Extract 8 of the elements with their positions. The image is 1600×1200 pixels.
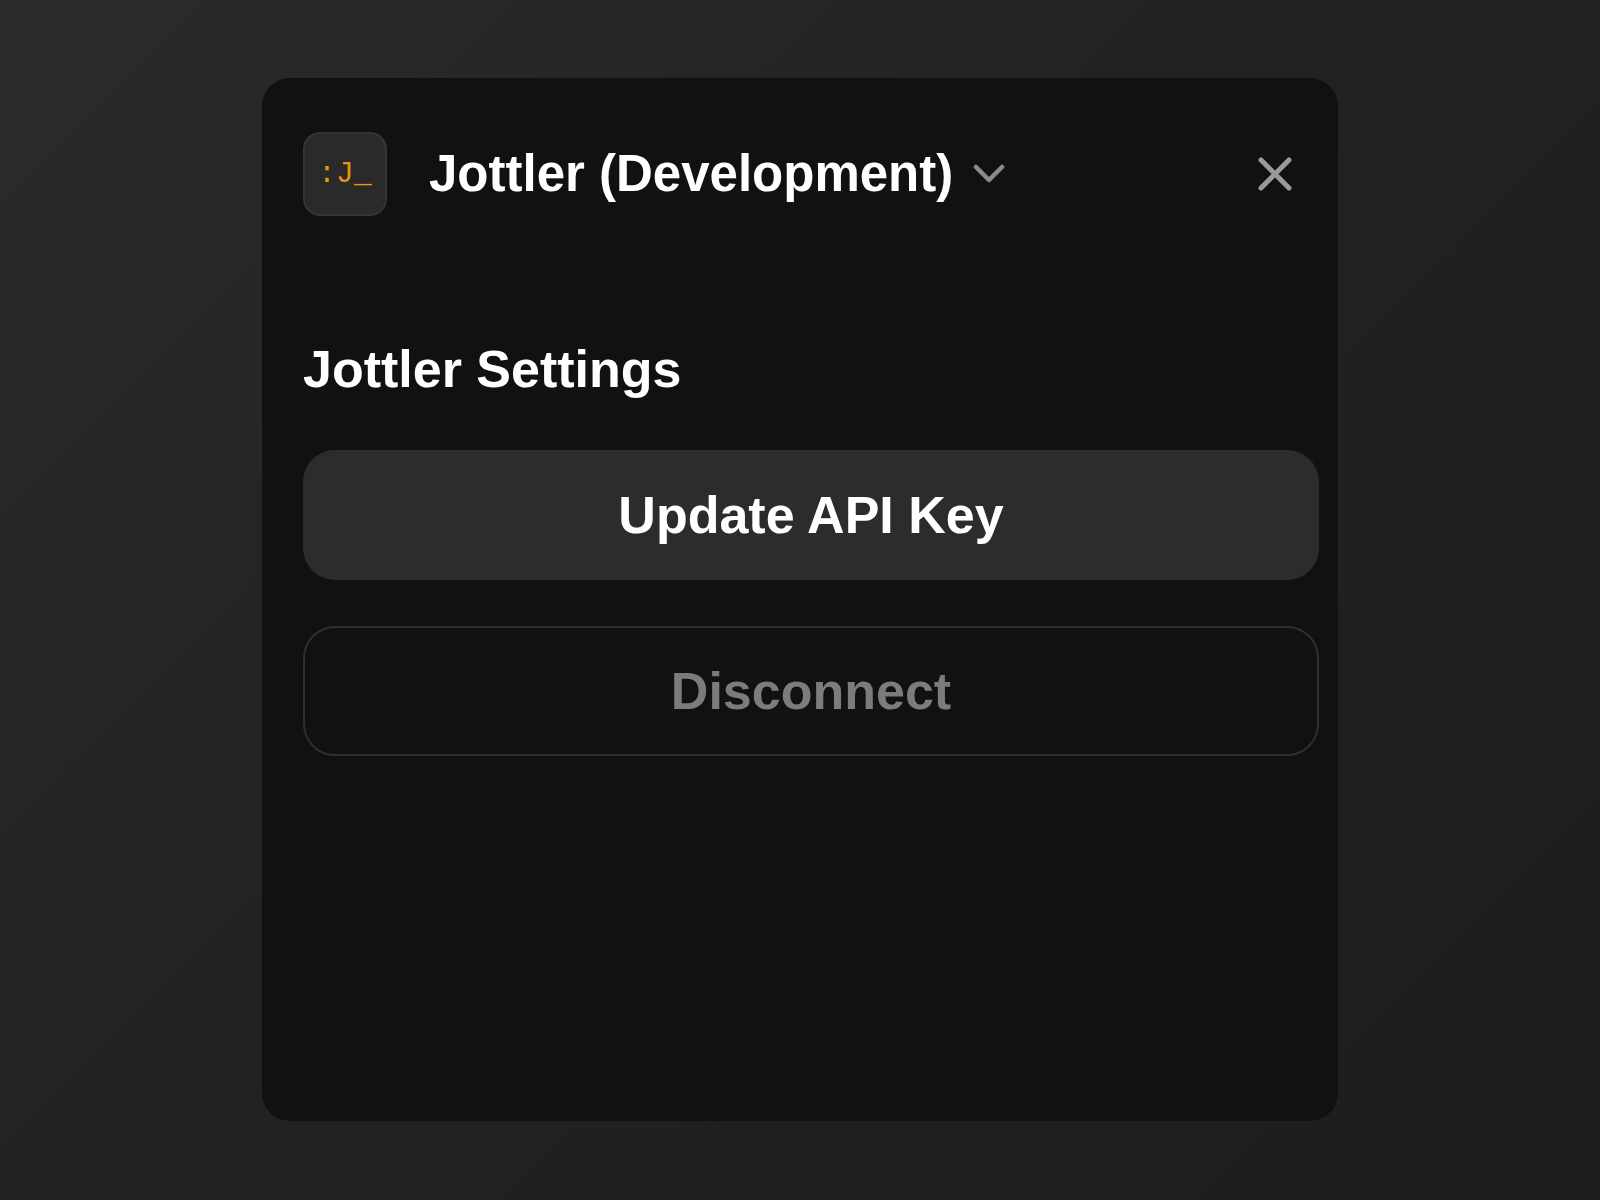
close-button[interactable] bbox=[1258, 157, 1292, 191]
chevron-down-icon bbox=[973, 164, 1006, 184]
app-switcher[interactable]: Jottler (Development) bbox=[429, 144, 1006, 204]
close-icon bbox=[1258, 157, 1292, 191]
outline-button[interactable]: Disconnect bbox=[303, 626, 1319, 756]
section-heading: Jottler Settings bbox=[303, 339, 683, 400]
primary-button[interactable]: Update API Key bbox=[303, 450, 1319, 580]
app-logo: :J_ bbox=[303, 132, 387, 216]
